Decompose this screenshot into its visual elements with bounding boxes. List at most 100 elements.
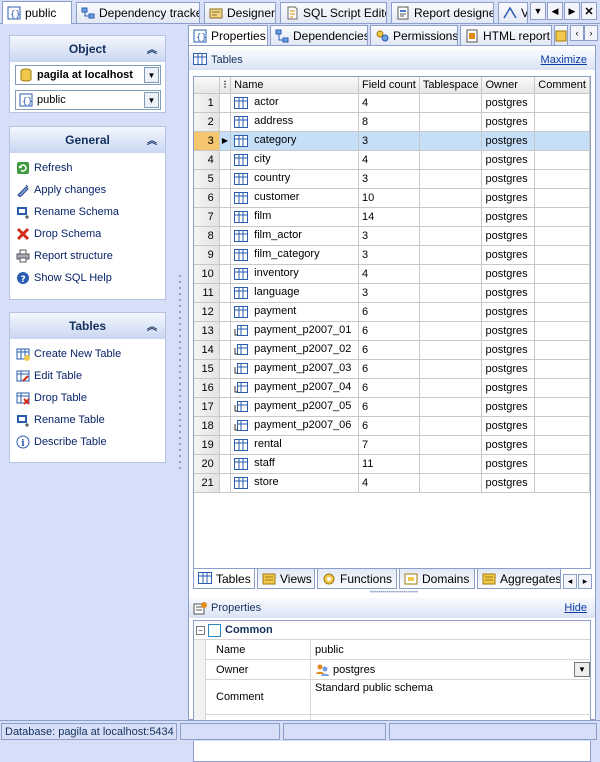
cell-owner[interactable]: postgres bbox=[481, 454, 536, 474]
cell-tablespace[interactable] bbox=[419, 226, 483, 246]
cell-name[interactable]: inventory bbox=[230, 264, 359, 284]
cell-name[interactable]: payment_p2007_02 bbox=[230, 340, 359, 360]
table-row[interactable]: 10 inventory 4 postgres bbox=[194, 264, 590, 284]
cell-tablespace[interactable] bbox=[419, 245, 483, 265]
cell-name[interactable]: staff bbox=[230, 454, 359, 474]
owner-select[interactable]: postgres ▼ bbox=[311, 660, 592, 679]
cell-owner[interactable]: postgres bbox=[481, 188, 536, 208]
tab-sql-script-editor[interactable]: SQL Script Editor bbox=[280, 2, 387, 23]
cell-tablespace[interactable] bbox=[419, 112, 483, 132]
table-row[interactable]: 4 city 4 postgres bbox=[194, 150, 590, 170]
table-row[interactable]: 2 address 8 postgres bbox=[194, 112, 590, 132]
tab-scroll-left-button[interactable]: ◂ bbox=[563, 574, 577, 589]
cell-tablespace[interactable] bbox=[419, 416, 483, 436]
cell-name[interactable]: payment_p2007_06 bbox=[230, 416, 359, 436]
tab-html-report[interactable]: HTML report bbox=[460, 25, 552, 45]
cell-name[interactable]: payment bbox=[230, 302, 359, 322]
general-group-header[interactable]: General ︽ bbox=[10, 127, 165, 153]
tab-public[interactable]: {} public bbox=[2, 1, 72, 24]
cell-comment[interactable] bbox=[534, 321, 590, 341]
table-row[interactable]: 15 payment_p2007_03 6 postgres bbox=[194, 359, 590, 379]
row-number[interactable]: 1 bbox=[194, 93, 220, 113]
collapse-icon[interactable]: ︽ bbox=[147, 41, 157, 56]
tab-scroll-right-button[interactable]: ▸ bbox=[578, 574, 592, 589]
cell-tablespace[interactable] bbox=[419, 435, 483, 455]
row-number[interactable]: 11 bbox=[194, 283, 220, 303]
table-row[interactable]: 1 actor 4 postgres bbox=[194, 93, 590, 113]
cell-owner[interactable]: postgres bbox=[481, 359, 536, 379]
cell-field-count[interactable]: 4 bbox=[358, 93, 420, 113]
row-number[interactable]: 15 bbox=[194, 359, 220, 379]
cell-comment[interactable] bbox=[534, 454, 590, 474]
report-structure-link[interactable]: Report structure bbox=[10, 245, 165, 267]
row-number[interactable]: 18 bbox=[194, 416, 220, 436]
tab-aggregates[interactable]: Aggregates bbox=[477, 569, 561, 589]
tab-overflow[interactable] bbox=[554, 25, 568, 45]
tab-dependencies[interactable]: Dependencies bbox=[270, 25, 368, 45]
cell-owner[interactable]: postgres bbox=[481, 340, 536, 360]
row-number[interactable]: 5 bbox=[194, 169, 220, 189]
cell-tablespace[interactable] bbox=[419, 321, 483, 341]
table-row[interactable]: 6 customer 10 postgres bbox=[194, 188, 590, 208]
table-row[interactable]: 19 rental 7 postgres bbox=[194, 435, 590, 455]
cell-field-count[interactable]: 3 bbox=[358, 245, 420, 265]
property-row-name[interactable]: Name public bbox=[206, 640, 592, 660]
collapse-icon[interactable]: ︽ bbox=[147, 132, 157, 147]
cell-field-count[interactable]: 4 bbox=[358, 473, 420, 493]
cell-name[interactable]: film_category bbox=[230, 245, 359, 265]
cell-owner[interactable]: postgres bbox=[481, 302, 536, 322]
table-row[interactable]: 18 payment_p2007_06 6 postgres bbox=[194, 416, 590, 436]
panel-splitter[interactable] bbox=[176, 25, 184, 720]
cell-tablespace[interactable] bbox=[419, 264, 483, 284]
tab-report-designer[interactable]: Report designer bbox=[391, 2, 494, 23]
apply-changes-link[interactable]: Apply changes bbox=[10, 179, 165, 201]
schema-select[interactable]: {} public ▼ bbox=[15, 90, 161, 110]
property-row-comment[interactable]: Comment Standard public schema bbox=[206, 680, 592, 715]
close-tab-button[interactable]: ✕ bbox=[581, 2, 597, 20]
cell-owner[interactable]: postgres bbox=[481, 378, 536, 398]
cell-comment[interactable] bbox=[534, 207, 590, 227]
cell-comment[interactable] bbox=[534, 340, 590, 360]
cell-name[interactable]: category bbox=[230, 131, 359, 151]
cell-comment[interactable] bbox=[534, 416, 590, 436]
row-number[interactable]: 19 bbox=[194, 435, 220, 455]
database-select[interactable]: pagila at localhost ▼ bbox=[15, 65, 161, 85]
cell-name[interactable]: country bbox=[230, 169, 359, 189]
cell-name[interactable]: payment_p2007_01 bbox=[230, 321, 359, 341]
cell-tablespace[interactable] bbox=[419, 131, 483, 151]
cell-owner[interactable]: postgres bbox=[481, 264, 536, 284]
tab-properties[interactable]: {} Properties bbox=[188, 25, 268, 46]
cell-tablespace[interactable] bbox=[419, 340, 483, 360]
row-number[interactable]: 6 bbox=[194, 188, 220, 208]
tab-tables[interactable]: Tables bbox=[193, 569, 255, 589]
cell-name[interactable]: address bbox=[230, 112, 359, 132]
cell-comment[interactable] bbox=[534, 93, 590, 113]
tab-views[interactable]: Vi bbox=[498, 2, 528, 23]
table-row[interactable]: 16 payment_p2007_04 6 postgres bbox=[194, 378, 590, 398]
tab-functions[interactable]: Functions bbox=[317, 569, 397, 589]
cell-tablespace[interactable] bbox=[419, 302, 483, 322]
row-number[interactable]: 16 bbox=[194, 378, 220, 398]
table-row[interactable]: 5 country 3 postgres bbox=[194, 169, 590, 189]
cell-comment[interactable] bbox=[534, 264, 590, 284]
cell-comment[interactable] bbox=[534, 131, 590, 151]
cell-name[interactable]: payment_p2007_03 bbox=[230, 359, 359, 379]
cell-comment[interactable] bbox=[534, 302, 590, 322]
property-row-owner[interactable]: Owner postgres ▼ bbox=[206, 660, 592, 680]
row-number[interactable]: 7 bbox=[194, 207, 220, 227]
cell-name[interactable]: city bbox=[230, 150, 359, 170]
cell-comment[interactable] bbox=[534, 359, 590, 379]
tab-domains[interactable]: Domains bbox=[399, 569, 475, 589]
cell-comment[interactable] bbox=[534, 473, 590, 493]
table-row[interactable]: 11 language 3 postgres bbox=[194, 283, 590, 303]
tab-scroll-right-button[interactable]: ▶ bbox=[564, 2, 580, 20]
cell-owner[interactable]: postgres bbox=[481, 245, 536, 265]
cell-name[interactable]: actor bbox=[230, 93, 359, 113]
cell-field-count[interactable]: 6 bbox=[358, 378, 420, 398]
tab-designer[interactable]: Designer bbox=[204, 2, 276, 23]
cell-tablespace[interactable] bbox=[419, 283, 483, 303]
cell-comment[interactable] bbox=[534, 226, 590, 246]
cell-field-count[interactable]: 3 bbox=[358, 131, 420, 151]
cell-comment[interactable] bbox=[534, 435, 590, 455]
cell-tablespace[interactable] bbox=[419, 378, 483, 398]
